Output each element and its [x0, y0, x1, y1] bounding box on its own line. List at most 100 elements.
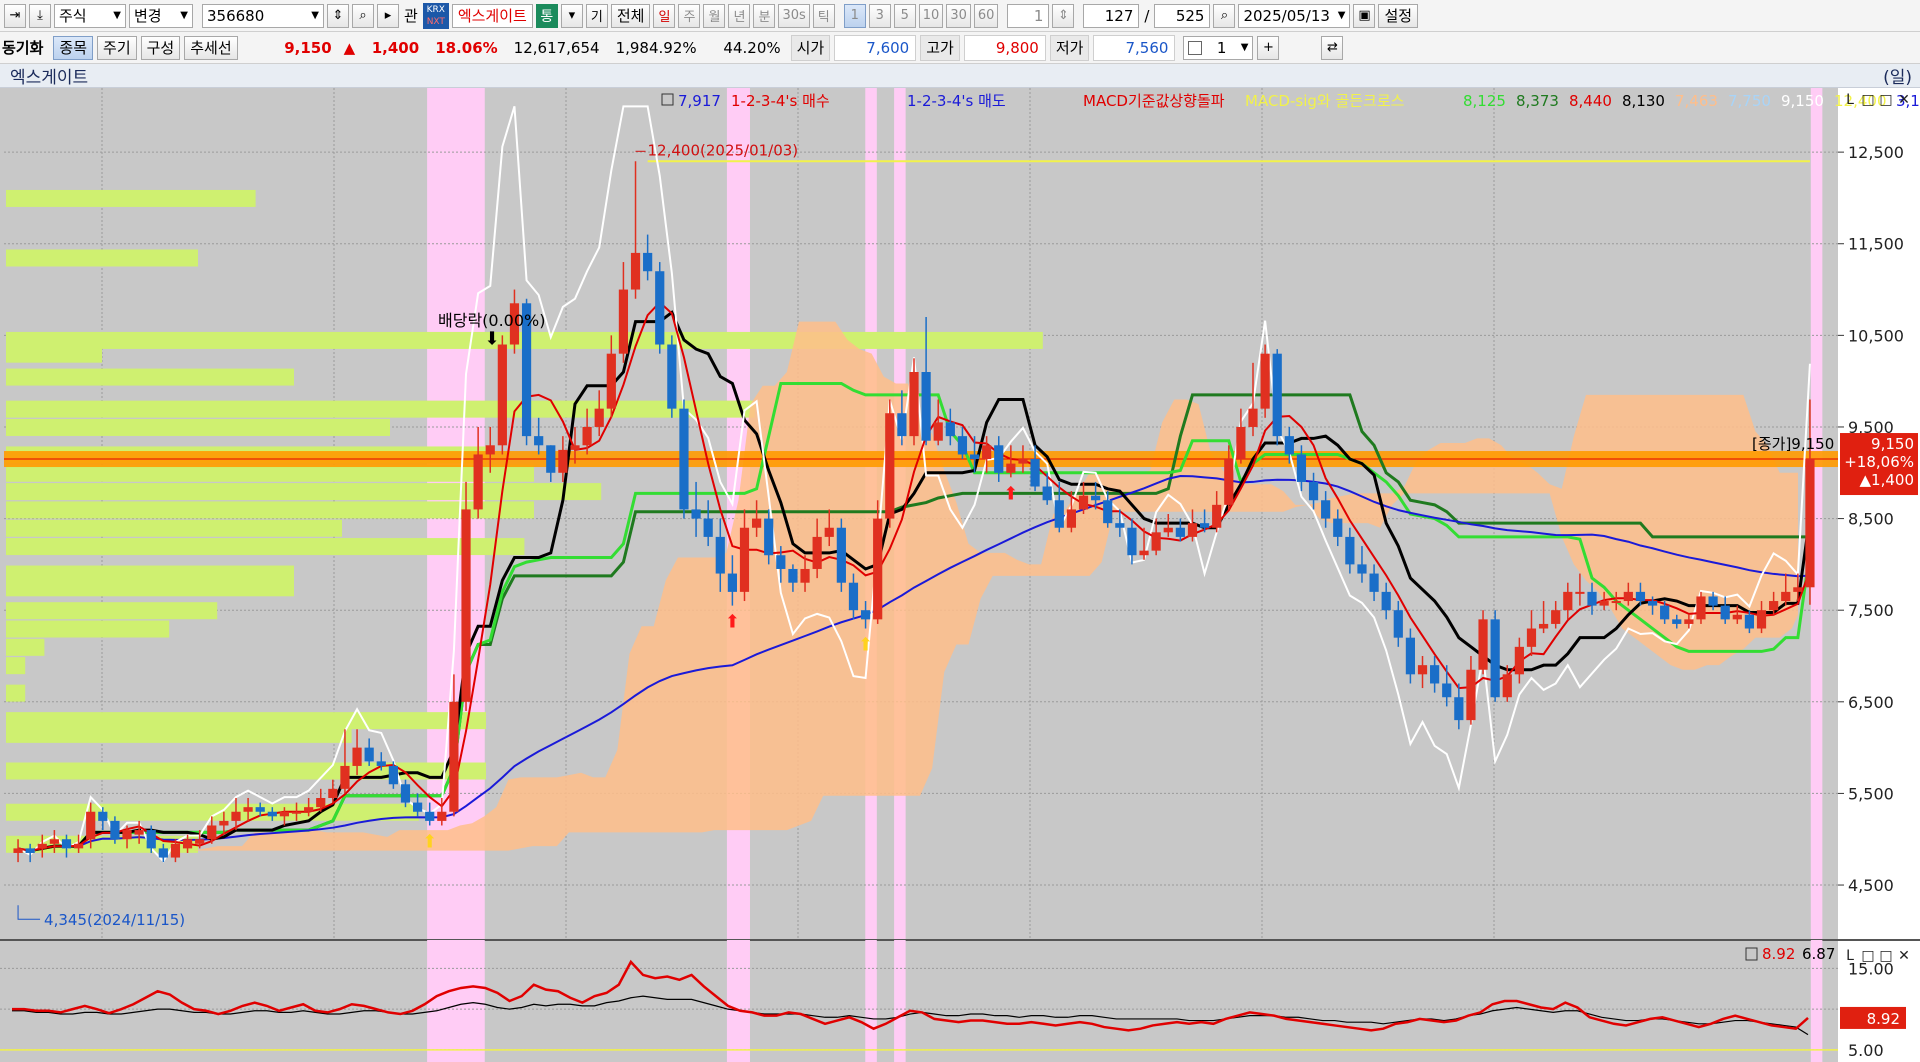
minute-30-button[interactable]: 30 [946, 3, 971, 28]
candle-body [1635, 591, 1646, 602]
minute-60-button[interactable]: 60 [973, 3, 999, 28]
candle-body [1139, 550, 1149, 556]
minute-5-button[interactable]: 5 [893, 3, 916, 28]
candle-body [1042, 486, 1052, 501]
change-select[interactable]: 변경 ▼ [129, 3, 193, 28]
settings-button[interactable]: 설정 [1378, 3, 1419, 28]
stock-chart[interactable]: 4,5005,5006,5007,5008,5009,50010,50011,5… [0, 88, 1920, 1062]
tab-period[interactable]: 주기 [97, 35, 137, 60]
candle-body [1091, 495, 1101, 501]
minute-10-button[interactable]: 10 [918, 3, 944, 28]
candle-body [546, 445, 556, 473]
stock-code-value: 356680 [207, 6, 265, 25]
candle-body [279, 811, 290, 817]
legend-item: 8,125 [1463, 92, 1506, 110]
candle-body [1381, 591, 1391, 611]
candle-body [73, 843, 84, 849]
save-icon[interactable]: ▣ [1353, 3, 1376, 28]
candle-body [1744, 614, 1755, 629]
stock-code-input[interactable]: 356680 ▼ [202, 3, 324, 28]
play-icon[interactable]: ▸ [377, 3, 399, 28]
candle-body [1442, 683, 1452, 698]
sync-label[interactable]: 동기화 [0, 35, 49, 61]
tab-compose[interactable]: 구성 [140, 35, 181, 60]
candle-body [691, 509, 701, 519]
close-price-tag: [종가]9,150 [1752, 435, 1834, 453]
candle-body [667, 344, 677, 409]
date-select[interactable]: 2025/05/13 ▼ [1238, 3, 1351, 28]
quote-toolbar: 동기화 종목 주기 구성 추세선 9,150 ▲ 1,400 18.06% 12… [0, 32, 1920, 64]
nxt-label: NXT [426, 16, 445, 27]
candle-body [1538, 623, 1549, 629]
download-icon[interactable]: ⤓ [29, 3, 51, 28]
candle-body [412, 802, 423, 812]
spin-updown-icon[interactable]: ⇕ [327, 3, 349, 28]
panel-control-icon: L [1846, 948, 1854, 964]
search-icon[interactable]: ⌕ [352, 3, 374, 28]
legend-item: 8,373 [1516, 92, 1559, 110]
chart-title-bar: 엑스게이트 (일) [0, 64, 1920, 88]
candle-body [1248, 408, 1258, 427]
swap-icon[interactable]: ⇄ [1321, 35, 1344, 60]
candle-body [1284, 436, 1294, 455]
open-label: 시가 [790, 34, 831, 61]
candle-body [243, 807, 253, 812]
chevron-down-icon: ▼ [1240, 42, 1249, 53]
spin-updown-icon[interactable]: ⇕ [1052, 3, 1075, 28]
candle-body [727, 573, 737, 592]
period-30s-tab[interactable]: 30s [778, 3, 810, 28]
checkbox-icon[interactable] [1188, 40, 1203, 55]
signal-highlight-band [894, 940, 906, 1062]
candle-body [1454, 697, 1464, 721]
indicator-badge-text: 8.92 [1867, 1010, 1900, 1028]
gi-button[interactable]: 기 [585, 3, 608, 28]
tab-stock[interactable]: 종목 [53, 35, 94, 60]
expand-icon[interactable]: ⇥ [4, 3, 26, 28]
candle-body [606, 353, 616, 409]
candle-body [98, 811, 108, 821]
candle-body [1030, 459, 1040, 487]
price-panel[interactable]: 4,5005,5006,5007,5008,5009,50010,50011,5… [0, 88, 1920, 940]
count-select[interactable]: 1 ▼ [1183, 35, 1254, 60]
candle-body [1575, 591, 1585, 594]
candle-body [703, 518, 713, 537]
period-day-tab[interactable]: 일 [653, 3, 676, 28]
stock-name-box[interactable]: 엑스게이트 [451, 3, 533, 28]
indicator-background [0, 940, 1838, 1062]
gwan-label[interactable]: 관 [402, 3, 420, 29]
y-tick-label: 12,500 [1848, 143, 1904, 162]
period-tick-tab[interactable]: 틱 [812, 3, 835, 28]
candle-body [449, 701, 459, 812]
candle-body [1805, 459, 1815, 588]
period-year-tab[interactable]: 년 [728, 3, 751, 28]
y-tick-label: 5,500 [1848, 784, 1894, 803]
count-separator: / [1144, 6, 1150, 25]
period-week-tab[interactable]: 주 [678, 3, 701, 28]
period-month-tab[interactable]: 월 [703, 3, 726, 28]
candle-body [873, 518, 883, 620]
market-select[interactable]: 주식 ▼ [54, 3, 126, 28]
legend-item: 7,750 [1728, 92, 1771, 110]
chart-period: (일) [1883, 68, 1912, 88]
view-count-input[interactable]: 127 [1083, 3, 1140, 28]
candle-body [1599, 601, 1609, 606]
period-minute-tab[interactable]: 분 [753, 3, 776, 28]
candle-body [1587, 591, 1597, 606]
indicator-panel[interactable]: 5.0015.008.92 6.87 L □ □ ✕8.92 [0, 939, 1920, 1062]
zoom-icon[interactable]: ⌕ [1213, 3, 1236, 28]
step-input[interactable]: 1 [1007, 3, 1050, 28]
add-button[interactable]: + [1257, 35, 1280, 60]
legend-item: 1-2-3-4's 매도 [907, 92, 1006, 110]
tab-trendline[interactable]: 추세선 [184, 35, 238, 60]
all-button[interactable]: 전체 [610, 3, 651, 28]
minute-3-button[interactable]: 3 [868, 3, 891, 28]
krx-nxt-badge[interactable]: KRX NXT [422, 2, 449, 29]
tong-button[interactable]: 통 [535, 3, 558, 28]
chevron-down-icon[interactable]: ▾ [560, 3, 583, 28]
total-count-input[interactable]: 525 [1154, 3, 1211, 28]
candle-body [158, 848, 168, 858]
minute-1-button[interactable]: 1 [843, 3, 866, 28]
volume-profile-bar [6, 189, 256, 207]
candle-body [1720, 605, 1730, 620]
panel-control-icon: ✕ [1898, 92, 1910, 108]
